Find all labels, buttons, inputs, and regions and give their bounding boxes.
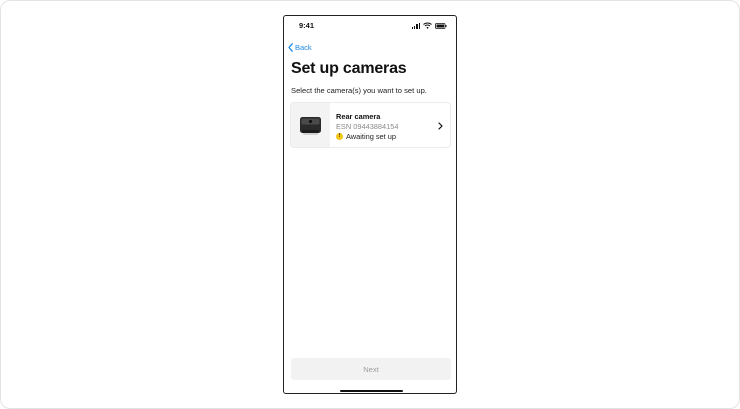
canvas-background: 9:41 Back Set up cameras Select the came… [0,0,740,409]
warning-icon: ! [336,133,343,140]
camera-list-item[interactable]: Rear camera ESN 09443884154 ! Awaiting s… [290,102,451,148]
camera-status: ! Awaiting set up [336,132,396,141]
signal-icon [411,22,420,29]
chevron-right-icon [438,122,443,130]
camera-esn: ESN 09443884154 [336,122,399,131]
camera-status-text: Awaiting set up [346,132,396,141]
phone-frame: 9:41 Back Set up cameras Select the came… [283,15,457,394]
wifi-icon [423,22,432,29]
camera-device-icon [300,117,321,135]
page-title: Set up cameras [291,60,407,77]
home-indicator [340,390,403,392]
back-label: Back [295,43,312,52]
camera-thumbnail [291,103,330,147]
status-bar: 9:41 [284,16,456,36]
chevron-left-icon [288,43,293,52]
status-icons [411,22,447,29]
camera-name: Rear camera [336,112,381,121]
page-subtitle: Select the camera(s) you want to set up. [291,86,427,95]
next-button[interactable]: Next [291,358,451,380]
battery-icon [435,22,447,29]
status-time: 9:41 [299,21,315,30]
back-button[interactable]: Back [288,43,312,52]
